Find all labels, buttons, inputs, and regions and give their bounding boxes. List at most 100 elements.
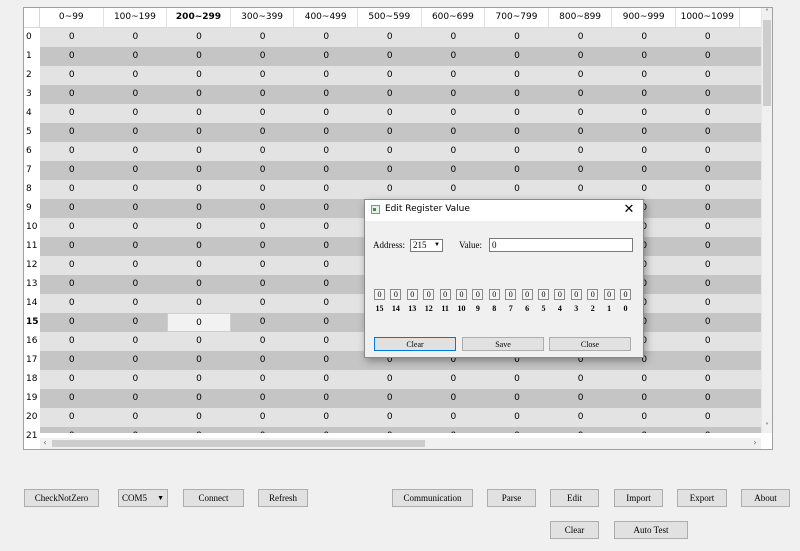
table-cell[interactable]: 0 (231, 123, 295, 142)
table-cell[interactable]: 0 (40, 389, 104, 408)
table-cell[interactable]: 0 (40, 47, 104, 66)
table-cell[interactable]: 0 (167, 104, 231, 123)
selected-table-cell[interactable]: 0 (167, 313, 231, 332)
table-cell[interactable]: 0 (231, 332, 295, 351)
row-header[interactable]: 13 (24, 275, 40, 294)
table-cell[interactable]: 0 (358, 28, 422, 47)
table-cell[interactable]: 0 (485, 427, 549, 433)
check-not-zero-button[interactable]: CheckNotZero (24, 489, 99, 507)
bit-checkbox[interactable]: 0 (488, 289, 500, 300)
address-select[interactable]: 215 ▼ (410, 239, 443, 252)
table-cell[interactable]: 0 (676, 85, 740, 104)
table-cell[interactable]: 0 (612, 47, 676, 66)
table-cell[interactable]: 0 (422, 66, 486, 85)
table-cell[interactable]: 0 (104, 28, 168, 47)
table-cell[interactable]: 0 (231, 256, 295, 275)
table-cell[interactable]: 0 (612, 142, 676, 161)
table-cell[interactable]: 0 (104, 294, 168, 313)
table-cell[interactable]: 0 (676, 218, 740, 237)
table-cell[interactable]: 0 (40, 161, 104, 180)
table-cell[interactable]: 0 (612, 66, 676, 85)
table-cell[interactable]: 0 (104, 161, 168, 180)
table-cell[interactable]: 0 (676, 294, 740, 313)
table-cell[interactable]: 0 (485, 142, 549, 161)
table-cell[interactable]: 0 (676, 332, 740, 351)
row-header[interactable]: 8 (24, 180, 40, 199)
column-header[interactable]: 400~499 (294, 8, 358, 27)
bit-checkbox[interactable]: 0 (505, 289, 517, 300)
bit-checkbox[interactable]: 0 (620, 289, 631, 300)
table-cell[interactable]: 0 (485, 180, 549, 199)
table-cell[interactable]: 0 (612, 389, 676, 408)
table-cell[interactable]: 0 (294, 332, 358, 351)
table-cell[interactable]: 0 (676, 161, 740, 180)
table-cell[interactable]: 0 (167, 237, 231, 256)
column-header[interactable]: 600~699 (422, 8, 486, 27)
table-cell[interactable]: 0 (358, 427, 422, 433)
table-cell[interactable]: 0 (231, 180, 295, 199)
row-header[interactable]: 19 (24, 389, 40, 408)
bit-checkbox[interactable]: 0 (374, 289, 385, 300)
import-button[interactable]: Import (614, 489, 663, 507)
table-cell[interactable]: 0 (167, 47, 231, 66)
table-cell[interactable]: 0 (40, 142, 104, 161)
row-header[interactable]: 17 (24, 351, 40, 370)
horizontal-scroll-thumb[interactable] (52, 440, 425, 447)
table-cell[interactable]: 0 (167, 275, 231, 294)
table-cell[interactable]: 0 (231, 294, 295, 313)
bit-checkbox[interactable]: 0 (603, 289, 615, 300)
dialog-clear-button[interactable]: Clear (374, 337, 456, 351)
table-cell[interactable]: 0 (40, 427, 104, 433)
table-cell[interactable]: 0 (231, 66, 295, 85)
table-cell[interactable]: 0 (676, 313, 740, 332)
table-cell[interactable]: 0 (422, 47, 486, 66)
table-cell[interactable]: 0 (422, 104, 486, 123)
table-cell[interactable]: 0 (231, 142, 295, 161)
table-cell[interactable]: 0 (294, 28, 358, 47)
row-header[interactable]: 14 (24, 294, 40, 313)
row-header[interactable]: 5 (24, 123, 40, 142)
table-cell[interactable]: 0 (104, 142, 168, 161)
table-cell[interactable]: 0 (549, 123, 613, 142)
table-cell[interactable]: 0 (549, 389, 613, 408)
table-cell[interactable]: 0 (485, 408, 549, 427)
table-cell[interactable]: 0 (104, 85, 168, 104)
table-cell[interactable]: 0 (612, 123, 676, 142)
row-header[interactable]: 7 (24, 161, 40, 180)
table-cell[interactable]: 0 (40, 180, 104, 199)
table-cell[interactable]: 0 (104, 104, 168, 123)
table-cell[interactable]: 0 (104, 47, 168, 66)
table-cell[interactable]: 0 (549, 427, 613, 433)
table-cell[interactable]: 0 (294, 218, 358, 237)
row-header[interactable]: 20 (24, 408, 40, 427)
arrow-right-icon[interactable]: › (750, 438, 760, 448)
communication-button[interactable]: Communication (392, 489, 473, 507)
row-header[interactable]: 9 (24, 199, 40, 218)
table-cell[interactable]: 0 (549, 161, 613, 180)
bit-checkbox[interactable]: 0 (538, 289, 549, 300)
table-cell[interactable]: 0 (358, 370, 422, 389)
table-cell[interactable]: 0 (231, 370, 295, 389)
bit-checkbox[interactable]: 0 (587, 289, 599, 300)
table-cell[interactable]: 0 (485, 47, 549, 66)
row-header[interactable]: 11 (24, 237, 40, 256)
table-cell[interactable]: 0 (231, 199, 295, 218)
table-cell[interactable]: 0 (231, 47, 295, 66)
close-icon[interactable]: ✕ (621, 201, 637, 219)
table-cell[interactable]: 0 (40, 313, 104, 332)
row-header[interactable]: 3 (24, 85, 40, 104)
table-cell[interactable]: 0 (167, 389, 231, 408)
table-cell[interactable]: 0 (40, 66, 104, 85)
table-cell[interactable]: 0 (231, 85, 295, 104)
row-header[interactable]: 12 (24, 256, 40, 275)
table-cell[interactable]: 0 (167, 332, 231, 351)
table-cell[interactable]: 0 (231, 237, 295, 256)
table-cell[interactable]: 0 (422, 180, 486, 199)
table-cell[interactable]: 0 (612, 408, 676, 427)
table-cell[interactable]: 0 (231, 427, 295, 433)
table-cell[interactable]: 0 (104, 427, 168, 433)
table-cell[interactable]: 0 (358, 47, 422, 66)
table-cell[interactable]: 0 (676, 351, 740, 370)
table-cell[interactable]: 0 (612, 161, 676, 180)
table-cell[interactable]: 0 (104, 370, 168, 389)
